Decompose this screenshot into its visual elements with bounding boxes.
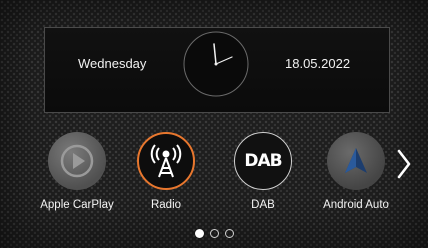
android-auto-icon <box>327 132 385 190</box>
page-dot-2[interactable] <box>210 228 219 238</box>
page-dot-1[interactable] <box>195 228 204 238</box>
app-tile-carplay[interactable]: Apple CarPlay <box>29 132 125 222</box>
home-screen: Wednesday 18.05.2022 Apple CarPlay Radio… <box>0 0 428 248</box>
next-page-chevron-right-icon[interactable] <box>393 146 415 182</box>
page-dot-3[interactable] <box>225 228 234 238</box>
dab-icon-text: DAB <box>244 151 282 171</box>
app-label-android-auto: Android Auto <box>323 199 389 211</box>
dab-icon: DAB <box>234 132 292 190</box>
day-label: Wednesday <box>78 56 147 71</box>
page-indicator <box>195 227 245 239</box>
app-tile-radio[interactable]: Radio <box>118 132 214 222</box>
app-label-radio: Radio <box>150 199 182 211</box>
date-label: 18.05.2022 <box>285 56 351 71</box>
analog-clock-icon <box>183 31 249 97</box>
radio-tower-icon <box>137 132 195 190</box>
app-tile-dab[interactable]: DAB DAB <box>215 132 311 222</box>
app-tile-android-auto[interactable]: Android Auto <box>308 132 404 222</box>
carplay-icon <box>48 132 106 190</box>
app-label-carplay: Apple CarPlay <box>40 199 114 211</box>
app-label-dab: DAB <box>251 199 275 211</box>
